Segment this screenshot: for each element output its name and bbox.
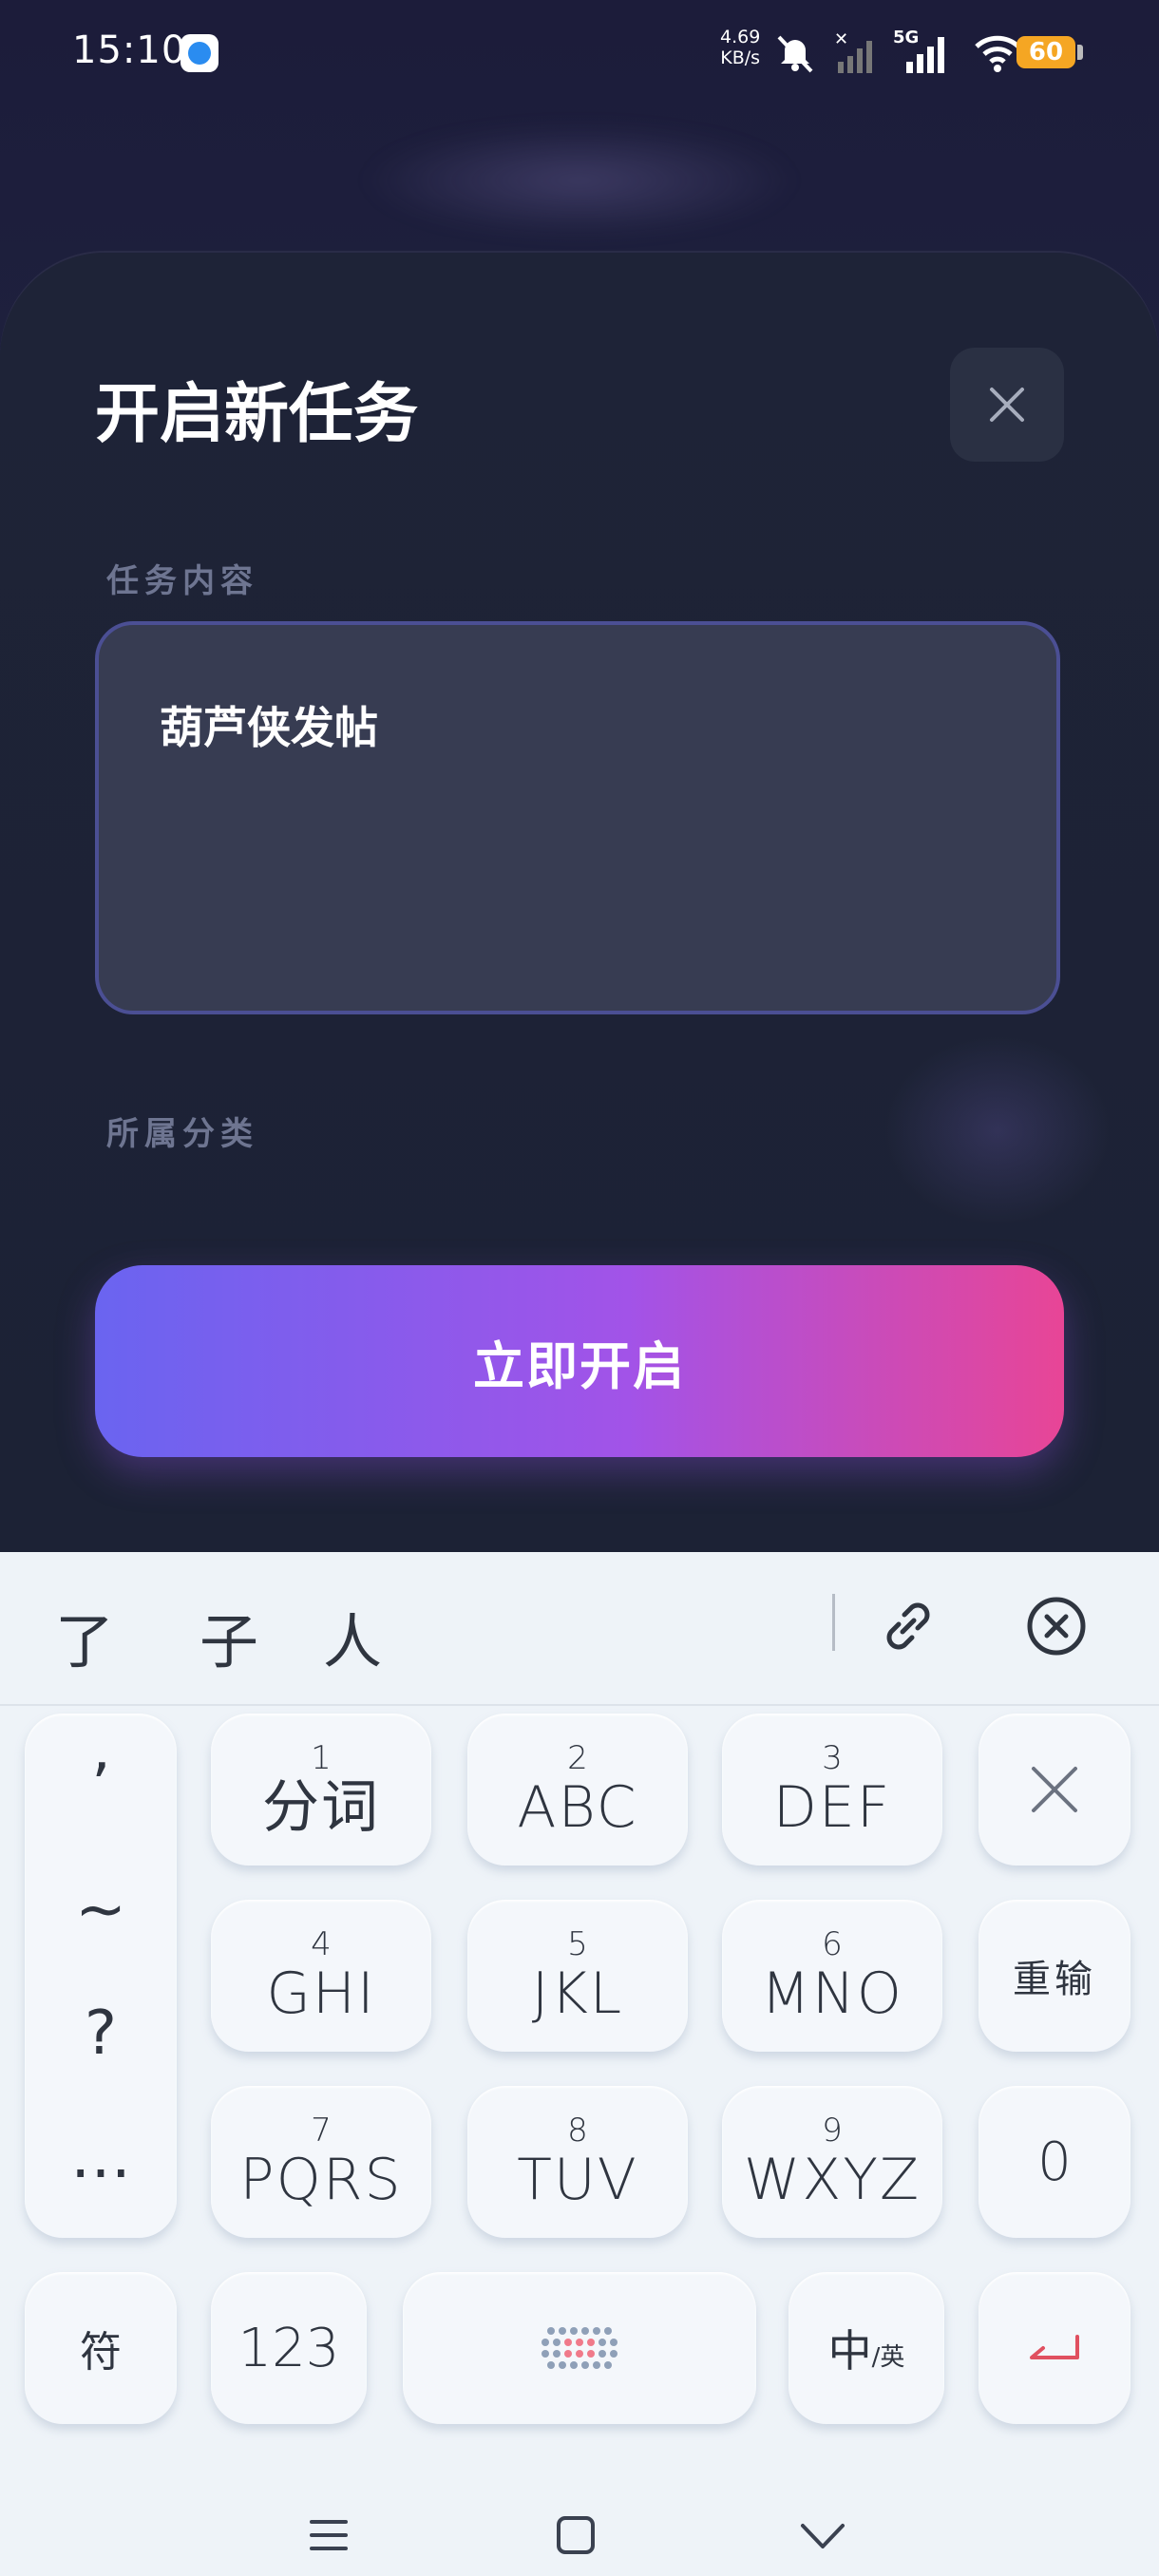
key-3[interactable]: 3 DEF <box>722 1714 942 1866</box>
key-7[interactable]: 7 PQRS <box>211 2086 431 2238</box>
background-glow <box>361 123 798 237</box>
key-6-number: 6 <box>822 1925 843 1963</box>
key-2[interactable]: 2 ABC <box>467 1714 688 1866</box>
svg-text:✕: ✕ <box>834 31 848 49</box>
backspace-key[interactable] <box>978 1714 1130 1866</box>
speed-unit: KB/s <box>720 47 761 68</box>
task-content-value: 葫芦侠发帖 <box>160 702 378 753</box>
system-navigation-bar <box>0 2502 1159 2576</box>
ime-keyboard: 了 子 人 ’ ~ ? … 1 分词 2 ABC 3 DEF 4 GHI 5 J… <box>0 1552 1159 2576</box>
battery-level: 60 <box>1028 38 1064 66</box>
mute-icon <box>777 35 813 73</box>
nav-home-button[interactable] <box>538 2502 614 2568</box>
enter-key[interactable] <box>978 2272 1130 2424</box>
lang-main-label: 中 <box>827 2325 872 2377</box>
punct-apostrophe[interactable]: ’ <box>25 1752 177 1822</box>
symbol-label: 符 <box>80 2328 122 2377</box>
key-4-letters: GHI <box>266 1960 376 2027</box>
battery-indicator: 60 <box>1016 36 1075 68</box>
enter-icon <box>1030 2335 1079 2359</box>
space-key[interactable] <box>403 2272 756 2424</box>
symbol-key[interactable]: 符 <box>25 2272 177 2424</box>
punctuation-list[interactable]: ’ ~ ? … <box>25 1714 177 2238</box>
key-2-letters: ABC <box>517 1774 638 1841</box>
key-6[interactable]: 6 MNO <box>722 1900 942 2052</box>
close-button[interactable] <box>950 348 1064 462</box>
candidate-1[interactable]: 了 <box>55 1594 114 1679</box>
language-switch-key[interactable]: 中 /英 <box>788 2272 944 2424</box>
key-6-letters: MNO <box>761 1960 903 2027</box>
network-type: 5G <box>893 28 920 47</box>
key-1-number: 1 <box>311 1739 332 1777</box>
punct-tilde[interactable]: ~ <box>25 1875 177 1945</box>
key-4-number: 4 <box>311 1925 332 1963</box>
candidate-3[interactable]: 人 <box>323 1594 382 1679</box>
reinput-label: 重输 <box>1013 1958 1096 2001</box>
number-mode-label: 123 <box>238 2317 340 2379</box>
start-now-button[interactable]: 立即开启 <box>95 1265 1064 1457</box>
key-3-number: 3 <box>822 1739 843 1777</box>
menu-icon <box>310 2520 348 2550</box>
decorative-glow <box>884 1035 1112 1225</box>
candidate-divider <box>832 1594 835 1651</box>
close-icon <box>990 388 1024 422</box>
keyboard-separator <box>0 1704 1159 1706</box>
key-7-letters: PQRS <box>239 2147 403 2213</box>
key-2-number: 2 <box>567 1739 588 1777</box>
sheet-title: 开启新任务 <box>95 377 419 452</box>
key-8[interactable]: 8 TUV <box>467 2086 688 2238</box>
speed-value: 4.69 <box>720 27 761 47</box>
key-8-letters: TUV <box>517 2147 638 2213</box>
status-time: 15:10 <box>72 28 187 72</box>
key-8-number: 8 <box>567 2112 588 2150</box>
signal-sim2: 5G <box>893 28 960 75</box>
network-speed: 4.69 KB/s <box>720 27 760 68</box>
close-circle-icon[interactable] <box>1022 1592 1091 1660</box>
punct-ellipsis[interactable]: … <box>25 2122 177 2192</box>
key-5-letters: JKL <box>531 1960 624 2027</box>
wifi-icon <box>975 35 1020 72</box>
nav-back-button[interactable] <box>785 2502 861 2568</box>
key-4[interactable]: 4 GHI <box>211 1900 431 2052</box>
key-9-number: 9 <box>822 2112 843 2150</box>
nav-menu-button[interactable] <box>291 2502 367 2568</box>
reinput-key[interactable]: 重输 <box>978 1900 1130 2052</box>
key-3-letters: DEF <box>772 1774 892 1841</box>
key-5-number: 5 <box>567 1925 588 1963</box>
key-9-letters: WXYZ <box>743 2147 922 2213</box>
key-1-letters: 分词 <box>262 1774 380 1841</box>
link-icon[interactable] <box>874 1592 942 1660</box>
home-square-icon <box>557 2516 595 2554</box>
candidate-2[interactable]: 子 <box>200 1594 258 1679</box>
signal-sim1-icon: ✕ <box>834 31 872 73</box>
key-9[interactable]: 9 WXYZ <box>722 2086 942 2238</box>
candidate-bar: 了 子 人 <box>0 1552 1159 1704</box>
punct-question[interactable]: ? <box>25 1998 177 2069</box>
status-bar: 15:10 4.69 KB/s ✕ 5G 60 <box>0 0 1159 104</box>
key-0-label: 0 <box>1037 2131 1072 2193</box>
number-mode-key[interactable]: 123 <box>211 2272 367 2424</box>
key-0[interactable]: 0 <box>978 2086 1130 2238</box>
key-5[interactable]: 5 JKL <box>467 1900 688 2052</box>
key-1[interactable]: 1 分词 <box>211 1714 431 1866</box>
status-icons: ✕ 5G <box>771 25 1022 82</box>
content-label: 任务内容 <box>106 562 258 600</box>
delete-icon <box>1032 1767 1077 1812</box>
space-dots-icon <box>542 2327 618 2369</box>
task-content-input[interactable]: 葫芦侠发帖 <box>95 621 1060 1014</box>
category-label: 所属分类 <box>106 1115 258 1153</box>
battery-tip <box>1077 45 1083 60</box>
chevron-down-icon <box>801 2524 845 2548</box>
app-notification-icon <box>180 34 218 72</box>
lang-sub-label: /英 <box>871 2342 905 2372</box>
key-7-number: 7 <box>311 2112 332 2150</box>
